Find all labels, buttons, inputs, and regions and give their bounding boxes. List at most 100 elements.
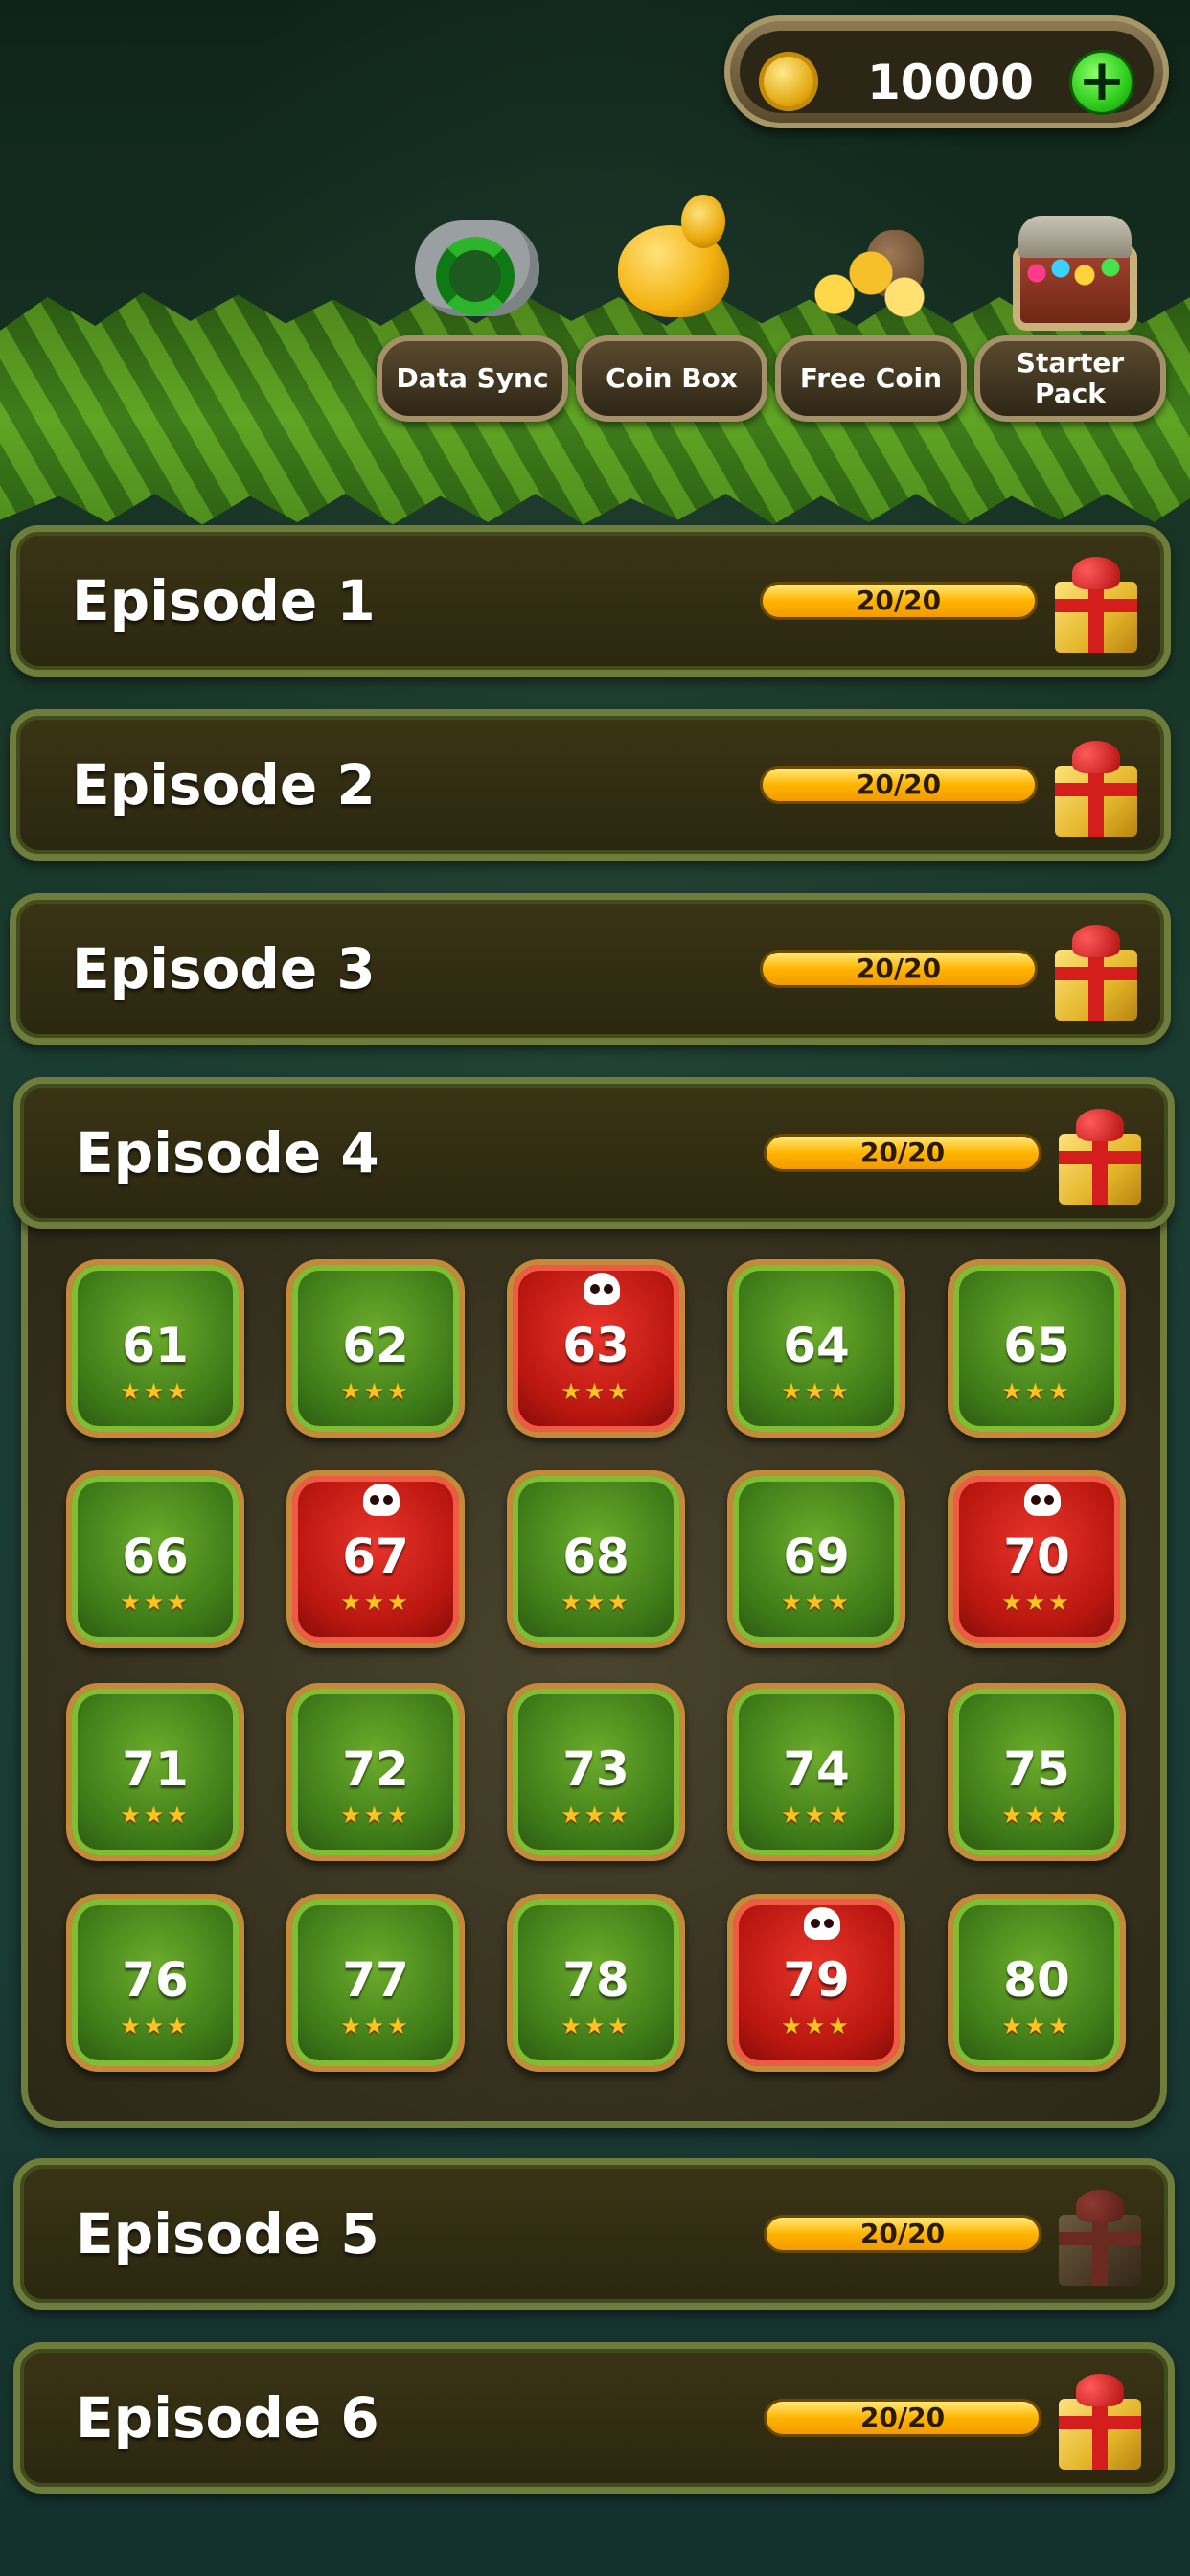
gift-icon[interactable] [1055, 2186, 1145, 2286]
level-number: 79 [783, 1952, 850, 2008]
level-tile[interactable]: 71 ★★★ [66, 1683, 244, 1861]
level-number: 70 [1003, 1529, 1070, 1584]
level-tile[interactable]: 73 ★★★ [507, 1683, 685, 1861]
coin-box-button[interactable]: Coin Box [576, 335, 767, 422]
level-stars: ★★★ [340, 1378, 411, 1405]
level-stars: ★★★ [1001, 1802, 1072, 1828]
level-tile[interactable]: 72 ★★★ [286, 1683, 465, 1861]
episode-5-bar[interactable]: Episode 5 20/20 [13, 2158, 1175, 2310]
episode-title: Episode 6 [76, 2385, 379, 2450]
level-tile[interactable]: 62 ★★★ [286, 1259, 465, 1438]
data-sync-button[interactable]: Data Sync [377, 335, 568, 422]
level-number: 67 [342, 1529, 409, 1584]
level-tile[interactable]: 69 ★★★ [727, 1470, 905, 1648]
gift-icon[interactable] [1051, 921, 1141, 1021]
level-stars: ★★★ [1001, 2012, 1072, 2039]
skull-icon [584, 1273, 620, 1305]
level-tile[interactable]: 80 ★★★ [948, 1894, 1126, 2072]
level-stars: ★★★ [781, 2012, 852, 2039]
starter-pack-shortcut[interactable]: Starter Pack [974, 187, 1166, 425]
level-stars: ★★★ [781, 1589, 852, 1616]
level-number: 62 [342, 1318, 409, 1373]
level-stars: ★★★ [340, 2012, 411, 2039]
level-tile[interactable]: 61 ★★★ [66, 1259, 244, 1438]
level-stars: ★★★ [781, 1802, 852, 1828]
skull-icon [804, 1907, 840, 1940]
level-stars: ★★★ [120, 1378, 191, 1405]
skull-icon [1024, 1484, 1061, 1516]
data-sync-icon [415, 187, 539, 331]
free-coin-button[interactable]: Free Coin [775, 335, 967, 422]
gift-icon[interactable] [1051, 553, 1141, 653]
level-stars: ★★★ [120, 1589, 191, 1616]
episode-title: Episode 4 [76, 1120, 379, 1185]
coin-balance-bar: 10000 + [724, 15, 1169, 128]
level-tile[interactable]: 74 ★★★ [727, 1683, 905, 1861]
coin-icon [759, 52, 818, 111]
level-tile[interactable]: 67 ★★★ [286, 1470, 465, 1648]
level-tile[interactable]: 78 ★★★ [507, 1894, 685, 2072]
level-number: 74 [783, 1741, 850, 1797]
episode-progress: 20/20 [764, 2215, 1041, 2253]
coin-balance-inner: 10000 + [740, 31, 1154, 115]
skull-icon [363, 1484, 400, 1516]
episode-6-bar[interactable]: Episode 6 20/20 [13, 2342, 1175, 2494]
episode-3-bar[interactable]: Episode 3 20/20 [10, 893, 1171, 1045]
level-stars: ★★★ [1001, 1378, 1072, 1405]
episode-title: Episode 3 [72, 936, 376, 1001]
piggy-bank-ear [681, 195, 725, 248]
level-tile[interactable]: 76 ★★★ [66, 1894, 244, 2072]
level-number: 64 [783, 1318, 850, 1373]
add-coins-button[interactable]: + [1069, 50, 1134, 115]
episode-title: Episode 5 [76, 2201, 379, 2266]
level-number: 72 [342, 1741, 409, 1797]
piggy-bank-icon [614, 187, 729, 331]
level-stars: ★★★ [781, 1378, 852, 1405]
gift-icon[interactable] [1055, 2370, 1145, 2470]
level-number: 76 [122, 1952, 189, 2008]
level-stars: ★★★ [561, 1802, 631, 1828]
level-stars: ★★★ [120, 2012, 191, 2039]
level-number: 63 [562, 1318, 629, 1373]
data-sync-shortcut[interactable]: Data Sync [377, 187, 568, 425]
level-tile[interactable]: 64 ★★★ [727, 1259, 905, 1438]
level-tile[interactable]: 63 ★★★ [507, 1259, 685, 1438]
level-tile[interactable]: 66 ★★★ [66, 1470, 244, 1648]
level-number: 65 [1003, 1318, 1070, 1373]
coin-pile-icon [813, 187, 928, 331]
episode-title: Episode 2 [72, 752, 376, 817]
gift-icon[interactable] [1051, 737, 1141, 837]
level-number: 71 [122, 1741, 189, 1797]
free-coin-shortcut[interactable]: Free Coin [775, 187, 967, 425]
episode-progress: 20/20 [760, 582, 1038, 620]
level-number: 68 [562, 1529, 629, 1584]
starter-pack-button[interactable]: Starter Pack [974, 335, 1166, 422]
level-tile[interactable]: 79 ★★★ [727, 1894, 905, 2072]
gems-icon [1022, 254, 1128, 292]
treasure-chest-icon [1013, 187, 1137, 331]
coin-box-shortcut[interactable]: Coin Box [576, 187, 767, 425]
level-number: 66 [122, 1529, 189, 1584]
level-stars: ★★★ [561, 2012, 631, 2039]
level-tile[interactable]: 77 ★★★ [286, 1894, 465, 2072]
level-stars: ★★★ [340, 1589, 411, 1616]
episode-4-bar[interactable]: Episode 4 20/20 [13, 1077, 1175, 1229]
gift-icon[interactable] [1055, 1105, 1145, 1205]
sync-arrows-icon [436, 237, 515, 315]
level-number: 78 [562, 1952, 629, 2008]
episode-2-bar[interactable]: Episode 2 20/20 [10, 709, 1171, 861]
gold-coins-icon [813, 244, 928, 321]
level-number: 77 [342, 1952, 409, 2008]
chest-lid [1018, 216, 1132, 258]
level-stars: ★★★ [1001, 1589, 1072, 1616]
episode-progress: 20/20 [764, 2399, 1041, 2437]
level-tile[interactable]: 65 ★★★ [948, 1259, 1126, 1438]
episode-1-bar[interactable]: Episode 1 20/20 [10, 525, 1171, 677]
level-number: 61 [122, 1318, 189, 1373]
level-tile[interactable]: 70 ★★★ [948, 1470, 1126, 1648]
episode-4-level-grid: 61 ★★★ 62 ★★★ 63 ★★★ 64 ★★★ 65 ★★★ 66 ★★★ 67 ★★★ 68 ★★★… [21, 1209, 1167, 2128]
level-tile[interactable]: 75 ★★★ [948, 1683, 1126, 1861]
level-number: 80 [1003, 1952, 1070, 2008]
level-tile[interactable]: 68 ★★★ [507, 1470, 685, 1648]
level-number: 75 [1003, 1741, 1070, 1797]
